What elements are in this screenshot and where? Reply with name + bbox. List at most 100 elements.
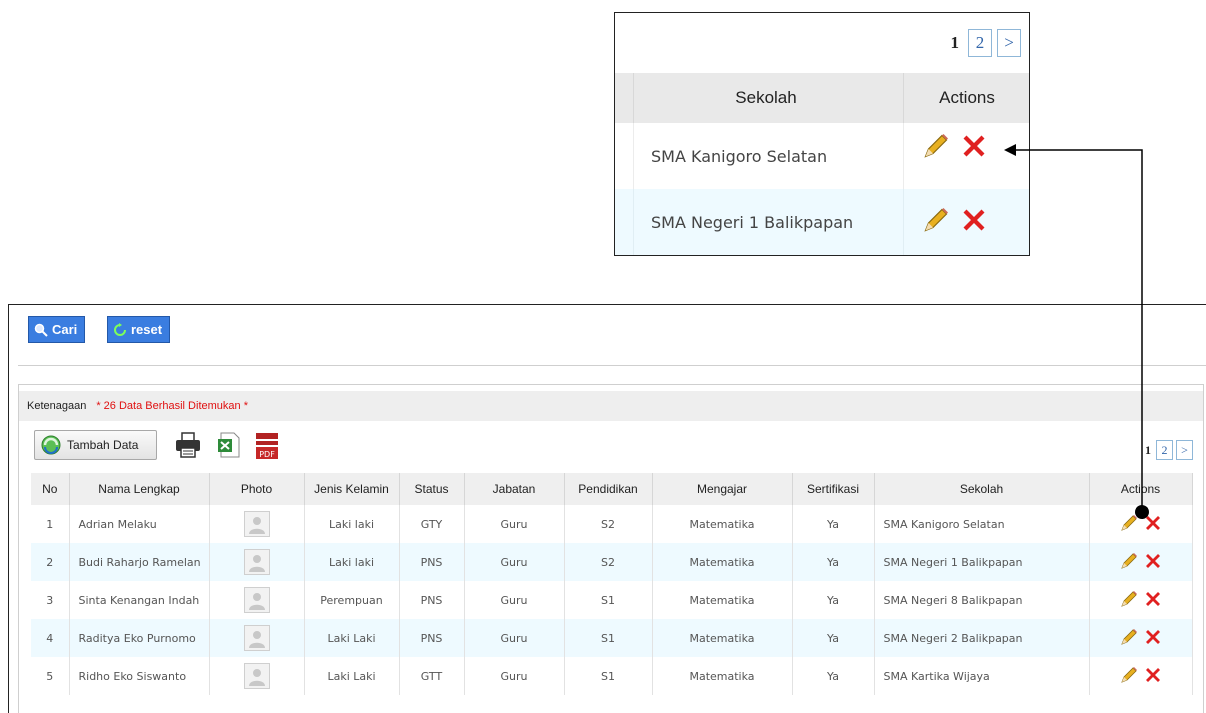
cell-status: PNS [399,619,465,657]
cell-mengajar: Matematika [652,505,793,543]
ketenagaan-table: No Nama Lengkap Photo Jenis Kelamin Stat… [31,473,1193,695]
delete-x-icon[interactable] [1143,513,1163,536]
zoom-header-actions: Actions [939,88,995,107]
cell-sertifikasi: Ya [792,619,875,657]
avatar-icon[interactable] [243,625,270,651]
search-panel: Cari reset [18,304,1206,366]
cell-sertifikasi: Ya [792,543,875,581]
cari-label: Cari [52,322,78,337]
cell-jenis-kelamin: Laki Laki [304,619,400,657]
cell-photo [209,619,305,657]
cell-photo [209,657,305,695]
avatar-icon[interactable] [243,549,270,575]
excel-icon[interactable] [216,431,242,464]
cell-actions [1089,657,1193,695]
cell-actions [1089,619,1193,657]
cell-no: 2 [31,543,70,581]
panel-title: Ketenagaan [27,400,87,412]
cell-status: PNS [399,543,465,581]
delete-x-icon[interactable] [1143,551,1163,574]
column-header[interactable]: Photo [209,473,305,505]
cell-nama: Adrian Melaku [69,505,210,543]
ketenagaan-panel: Ketenagaan * 26 Data Berhasil Ditemukan … [18,384,1204,713]
cell-sekolah: SMA Negeri 1 Balikpapan [874,543,1090,581]
print-icon[interactable] [174,431,202,464]
cell-mengajar: Matematika [652,619,793,657]
cell-jabatan: Guru [464,619,565,657]
column-header[interactable]: Jabatan [464,473,565,505]
edit-pencil-icon[interactable] [921,131,951,165]
reset-button[interactable]: reset [107,316,171,343]
column-header[interactable]: Jenis Kelamin [304,473,400,505]
avatar-icon[interactable] [243,663,270,689]
cell-jabatan: Guru [464,505,565,543]
edit-pencil-icon[interactable] [1119,589,1139,612]
table-row: 5 Ridho Eko Siswanto Laki Laki GTT Guru S1 Mat… [31,657,1193,695]
zoom-callout: 1 2 > Sekolah Actions SMA Kanigoro Selat… [614,12,1030,256]
cell-actions [1089,505,1193,543]
result-count-text: * 26 Data Berhasil Ditemukan * [96,400,248,412]
panel-header: Ketenagaan * 26 Data Berhasil Ditemukan … [19,391,1203,421]
cell-no: 5 [31,657,70,695]
cell-pendidikan: S1 [564,581,653,619]
cell-pendidikan: S2 [564,543,653,581]
delete-x-icon[interactable] [959,205,989,239]
cell-nama: Raditya Eko Purnomo [69,619,210,657]
edit-pencil-icon[interactable] [1119,513,1139,536]
avatar-icon[interactable] [243,511,270,537]
zoom-pagination: 1 2 > [947,29,1021,57]
table-row: 4 Raditya Eko Purnomo Laki Laki PNS Guru S1 Ma… [31,619,1193,657]
cell-sekolah: SMA Negeri 8 Balikpapan [874,581,1090,619]
cell-no: 1 [31,505,70,543]
delete-x-icon[interactable] [959,131,989,165]
cell-mengajar: Matematika [652,581,793,619]
delete-x-icon[interactable] [1143,665,1163,688]
column-header[interactable]: Sertifikasi [792,473,875,505]
cell-sertifikasi: Ya [792,581,875,619]
next-page-link[interactable]: > [1176,440,1193,460]
cell-jenis-kelamin: Laki laki [304,543,400,581]
zoom-table-header: Sekolah Actions [615,73,1029,123]
pdf-text: PDF [259,450,275,459]
zoom-header-sekolah: Sekolah [735,88,797,107]
cell-photo [209,581,305,619]
cell-pendidikan: S1 [564,657,653,695]
delete-x-icon[interactable] [1143,627,1163,650]
zoom-page-2-link[interactable]: 2 [968,29,992,57]
cell-nama: Budi Raharjo Ramelan [69,543,210,581]
page-2-link[interactable]: 2 [1156,440,1173,460]
cell-mengajar: Matematika [652,657,793,695]
cell-jenis-kelamin: Laki Laki [304,657,400,695]
cell-photo [209,505,305,543]
cell-mengajar: Matematika [652,543,793,581]
tambah-data-button[interactable]: Tambah Data [34,430,157,460]
edit-pencil-icon[interactable] [1119,551,1139,574]
column-header[interactable]: Mengajar [652,473,793,505]
tambah-data-label: Tambah Data [67,438,139,452]
edit-pencil-icon[interactable] [1119,665,1139,688]
edit-pencil-icon[interactable] [921,205,951,239]
refresh-icon [114,322,126,336]
column-header[interactable]: Status [399,473,465,505]
cari-button[interactable]: Cari [28,316,86,343]
cell-nama: Ridho Eko Siswanto [69,657,210,695]
cell-actions [1089,543,1193,581]
edit-pencil-icon[interactable] [1119,627,1139,650]
cell-jenis-kelamin: Perempuan [304,581,400,619]
zoom-sekolah-cell: SMA Negeri 1 Balikpapan [651,212,854,232]
search-icon [34,323,48,337]
cell-photo [209,543,305,581]
pdf-icon[interactable]: PDF [254,431,280,466]
delete-x-icon[interactable] [1143,589,1163,612]
avatar-icon[interactable] [243,587,270,613]
cell-status: GTY [399,505,465,543]
table-header-row: No Nama Lengkap Photo Jenis Kelamin Stat… [31,473,1193,505]
zoom-next-page-link[interactable]: > [997,29,1021,57]
column-header[interactable]: Pendidikan [564,473,653,505]
column-header[interactable]: No [31,473,70,505]
cell-status: GTT [399,657,465,695]
column-header[interactable]: Actions [1089,473,1193,505]
column-header[interactable]: Nama Lengkap [69,473,210,505]
column-header[interactable]: Sekolah [874,473,1090,505]
cell-pendidikan: S1 [564,619,653,657]
